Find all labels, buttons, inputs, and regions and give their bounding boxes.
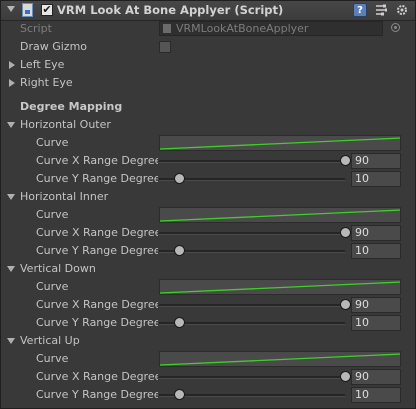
right-eye-label[interactable]: Right Eye [20,76,73,89]
curve-x-range-row: Curve X Range Degree 90 [1,224,415,242]
component-title: VRM Look At Bone Applyer (Script) [57,3,284,17]
left-eye-label[interactable]: Left Eye [20,58,64,71]
inspector-component-panel: ✔ VRM Look At Bone Applyer (Script) ? Sc… [0,0,416,409]
help-icon[interactable]: ? [353,3,367,17]
curve-field[interactable] [159,351,401,367]
curve-y-range-slider-track[interactable] [159,394,345,397]
curve-field[interactable] [159,279,401,295]
mapping-group-header[interactable]: Vertical Up [1,332,415,350]
script-row: Script VRMLookAtBoneApplyer [1,20,415,38]
script-file-icon [163,24,171,33]
curve-x-range-label: Curve X Range Degree [36,226,158,239]
gear-icon[interactable] [395,3,409,17]
curve-y-range-label: Curve Y Range Degree [36,388,158,401]
curve-y-range-label: Curve Y Range Degree [36,244,158,257]
curve-y-range-input[interactable]: 10 [351,243,401,259]
curve-y-range-row: Curve Y Range Degree 10 [1,170,415,188]
draw-gizmo-checkbox[interactable] [159,41,171,53]
curve-x-range-row: Curve X Range Degree 90 [1,296,415,314]
slider-thumb[interactable] [340,371,351,382]
curve-row: Curve [1,278,415,296]
left-eye-row[interactable]: Left Eye [1,56,415,74]
slider-thumb[interactable] [340,155,351,166]
mapping-group-header[interactable]: Horizontal Outer [1,116,415,134]
curve-line [160,281,400,294]
curve-x-range-label: Curve X Range Degree [36,298,158,311]
mapping-group-label[interactable]: Horizontal Outer [20,118,111,131]
mapping-group-label[interactable]: Vertical Up [20,334,80,347]
draw-gizmo-row: Draw Gizmo [1,38,415,56]
curve-label: Curve [36,352,69,365]
curve-field[interactable] [159,135,401,151]
collapse-arrow-icon[interactable] [7,194,15,200]
mapping-group-header[interactable]: Horizontal Inner [1,188,415,206]
curve-y-range-row: Curve Y Range Degree 10 [1,242,415,260]
collapse-arrow-icon[interactable] [7,122,15,128]
collapse-arrow-icon[interactable] [7,338,15,344]
component-header[interactable]: ✔ VRM Look At Bone Applyer (Script) ? [1,1,415,21]
curve-x-range-label: Curve X Range Degree [36,154,158,167]
curve-x-range-input[interactable]: 90 [351,225,401,241]
mapping-group-label[interactable]: Horizontal Inner [20,190,108,203]
enabled-checkbox[interactable]: ✔ [41,4,53,16]
curve-label: Curve [36,136,69,149]
slider-thumb[interactable] [174,173,185,184]
mapping-group-header[interactable]: Vertical Down [1,260,415,278]
curve-y-range-label: Curve Y Range Degree [36,316,158,329]
curve-x-range-label: Curve X Range Degree [36,370,158,383]
curve-y-range-slider-track[interactable] [159,178,345,181]
curve-x-range-row: Curve X Range Degree 90 [1,368,415,386]
mapping-group-label[interactable]: Vertical Down [20,262,96,275]
slider-thumb[interactable] [174,245,185,256]
curve-y-range-slider-track[interactable] [159,322,345,325]
curve-line [160,209,400,222]
curve-y-range-row: Curve Y Range Degree 10 [1,386,415,404]
curve-y-range-slider-track[interactable] [159,250,345,253]
curve-y-range-input[interactable]: 10 [351,387,401,403]
slider-thumb[interactable] [340,299,351,310]
slider-thumb[interactable] [174,389,185,400]
curve-label: Curve [36,280,69,293]
slider-thumb[interactable] [174,317,185,328]
curve-x-range-slider-track[interactable] [159,160,345,163]
curve-y-range-input[interactable]: 10 [351,315,401,331]
curve-y-range-row: Curve Y Range Degree 10 [1,314,415,332]
section-title: Degree Mapping [20,100,123,113]
object-picker-icon[interactable] [391,23,400,32]
curve-line [160,137,400,150]
curve-x-range-input[interactable]: 90 [351,297,401,313]
expand-arrow-icon[interactable] [9,61,15,69]
curve-x-range-input[interactable]: 90 [351,369,401,385]
curve-x-range-slider-track[interactable] [159,376,345,379]
preset-icon[interactable] [374,3,388,17]
curve-x-range-slider-track[interactable] [159,304,345,307]
curve-y-range-input[interactable]: 10 [351,171,401,187]
curve-line [160,353,400,366]
script-object-field[interactable]: VRMLookAtBoneApplyer [159,21,383,36]
expand-arrow-icon[interactable] [9,79,15,87]
script-label: Script [20,22,52,35]
curve-x-range-slider-track[interactable] [159,232,345,235]
curve-row: Curve [1,134,415,152]
curve-x-range-row: Curve X Range Degree 90 [1,152,415,170]
curve-x-range-input[interactable]: 90 [351,153,401,169]
curve-field[interactable] [159,207,401,223]
curve-y-range-label: Curve Y Range Degree [36,172,158,185]
slider-thumb[interactable] [340,227,351,238]
curve-row: Curve [1,350,415,368]
script-icon [22,3,33,17]
curve-label: Curve [36,208,69,221]
script-value: VRMLookAtBoneApplyer [176,22,309,35]
draw-gizmo-label: Draw Gizmo [20,40,88,53]
curve-row: Curve [1,206,415,224]
fold-arrow-icon[interactable] [7,6,15,12]
right-eye-row[interactable]: Right Eye [1,74,415,92]
collapse-arrow-icon[interactable] [7,266,15,272]
